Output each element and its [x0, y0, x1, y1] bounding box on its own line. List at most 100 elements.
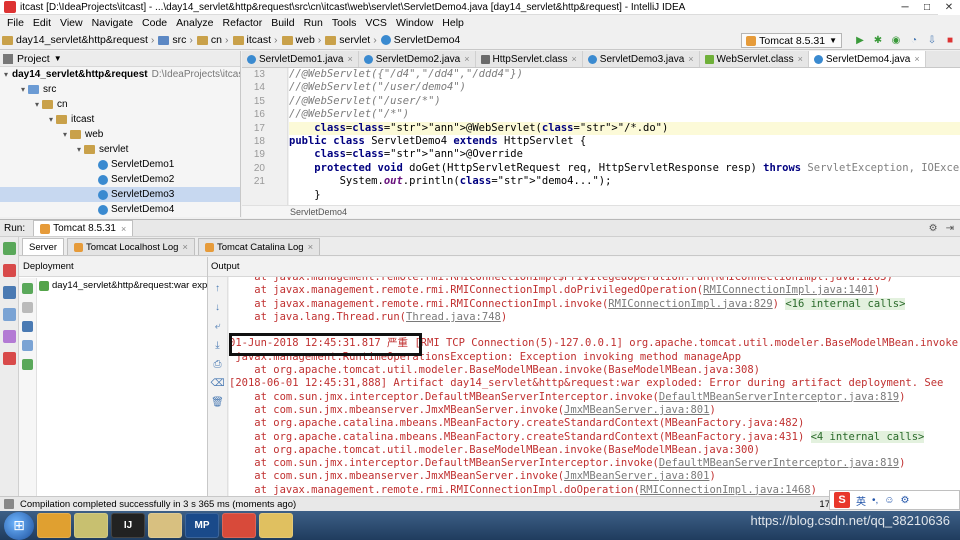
- ime-toolbar[interactable]: S 英 •, ☺ ⚙: [829, 490, 960, 510]
- breadcrumb-servlet[interactable]: servlet ›: [323, 34, 378, 46]
- print-icon[interactable]: ⎙: [212, 359, 223, 370]
- maximize-button[interactable]: □: [916, 0, 938, 15]
- code-line[interactable]: System.out.println(class="str">"demo4...…: [289, 175, 960, 188]
- source-link[interactable]: RMIConnectionImpl.java:1401: [703, 284, 874, 296]
- dump-threads-icon[interactable]: [3, 330, 16, 343]
- tree-item-servletdemo2[interactable]: ServletDemo2: [0, 172, 240, 187]
- console-line[interactable]: at com.sun.jmx.mbeanserver.JmxMBeanServe…: [229, 404, 960, 417]
- tree-item-src[interactable]: ▾ src: [0, 82, 240, 97]
- code-line[interactable]: protected void doGet(HttpServletRequest …: [289, 162, 960, 175]
- close-icon[interactable]: [3, 352, 16, 365]
- tree-item-servletdemo1[interactable]: ServletDemo1: [0, 157, 240, 172]
- minimize-button[interactable]: ─: [894, 0, 916, 15]
- tab-catalina-log[interactable]: Tomcat Catalina Log ×: [197, 238, 321, 255]
- breadcrumb-module[interactable]: day14_servlet&http&request ›: [0, 34, 156, 46]
- menu-analyze[interactable]: Analyze: [172, 17, 218, 29]
- taskbar-app-mp[interactable]: MP: [185, 513, 219, 538]
- console-line[interactable]: at com.sun.jmx.interceptor.DefaultMBeanS…: [229, 391, 960, 404]
- menu-navigate[interactable]: Navigate: [88, 17, 138, 29]
- menu-build[interactable]: Build: [267, 17, 299, 29]
- tree-item-servlet[interactable]: ▾ servlet: [0, 142, 240, 157]
- code-line[interactable]: //@WebServlet("/*"): [289, 108, 960, 121]
- menu-refactor[interactable]: Refactor: [219, 17, 268, 29]
- editor-tab-servletdemo1-java[interactable]: ServletDemo1.java ×: [242, 51, 359, 67]
- console-line[interactable]: at javax.management.remote.rmi.RMIConnec…: [229, 277, 960, 284]
- source-link[interactable]: RMIConnectionImpl.java:829: [608, 298, 772, 310]
- tree-item-web[interactable]: ▾ web: [0, 127, 240, 142]
- editor-tab-servletdemo4-java[interactable]: ServletDemo4.java ×: [808, 51, 926, 67]
- console-line[interactable]: at org.apache.tomcat.util.modeler.BaseMo…: [229, 444, 960, 457]
- undeploy-icon[interactable]: [22, 302, 33, 313]
- editor-tab-servletdemo2-java[interactable]: ServletDemo2.java ×: [359, 51, 476, 67]
- coverage-icon[interactable]: ◉: [890, 34, 902, 46]
- taskbar-app-windows[interactable]: [37, 513, 71, 538]
- breadcrumb-class[interactable]: ServletDemo4: [379, 34, 463, 46]
- close-icon[interactable]: ×: [798, 54, 803, 64]
- code-line[interactable]: //@WebServlet("/user/demo4"): [289, 81, 960, 94]
- profile-icon[interactable]: ◔: [908, 34, 920, 46]
- tree-item-cn[interactable]: ▾ cn: [0, 97, 240, 112]
- console-line[interactable]: at javax.management.remote.rmi.RMIConnec…: [229, 284, 960, 297]
- build-icon[interactable]: ⇩: [926, 34, 938, 46]
- tree-item-servletdemo3[interactable]: ServletDemo3: [0, 187, 240, 202]
- editor-tab-httpservlet-class[interactable]: HttpServlet.class ×: [476, 51, 583, 67]
- taskbar-app-intellij[interactable]: IJ: [111, 513, 145, 538]
- close-icon[interactable]: ×: [347, 54, 352, 64]
- start-button[interactable]: ⊞: [4, 511, 34, 540]
- source-link[interactable]: RMIConnectionImpl.java:1468: [640, 484, 811, 496]
- close-icon[interactable]: ×: [914, 54, 919, 64]
- source-link[interactable]: JmxMBeanServer.java:801: [564, 470, 709, 482]
- clear-icon[interactable]: ⌫: [210, 378, 224, 389]
- menu-tools[interactable]: Tools: [328, 17, 362, 29]
- console-output[interactable]: at javax.management.remote.rmi.RMIConnec…: [229, 277, 960, 496]
- close-icon[interactable]: ×: [688, 54, 693, 64]
- console-line[interactable]: at org.apache.tomcat.util.modeler.BaseMo…: [229, 364, 960, 377]
- source-link[interactable]: DefaultMBeanServerInterceptor.java:819: [659, 457, 899, 469]
- code-line[interactable]: class=class="str">"ann">@WebServlet(clas…: [289, 121, 960, 135]
- refresh-icon[interactable]: [22, 321, 33, 332]
- breadcrumb-cn[interactable]: cn ›: [195, 34, 231, 46]
- update-icon[interactable]: [3, 286, 16, 299]
- artifact-icon[interactable]: [22, 359, 33, 370]
- source-link[interactable]: DefaultMBeanServerInterceptor.java:819: [659, 391, 899, 403]
- console-line[interactable]: at org.apache.catalina.mbeans.MBeanFacto…: [229, 430, 960, 444]
- arrow-up-icon[interactable]: ↑: [212, 283, 223, 294]
- source-link[interactable]: Thread.java:748: [406, 311, 501, 323]
- menu-run[interactable]: Run: [300, 17, 328, 29]
- rerun-icon[interactable]: [3, 242, 16, 255]
- run-configuration-select[interactable]: Tomcat 8.5.31 ▼: [741, 33, 842, 48]
- project-panel-header[interactable]: Project ▼: [0, 51, 240, 67]
- tab-server[interactable]: Server: [22, 238, 64, 255]
- stop-icon[interactable]: ■: [944, 34, 956, 46]
- debug-icon[interactable]: [3, 308, 16, 321]
- deploy-icon[interactable]: [22, 283, 33, 294]
- close-icon[interactable]: ×: [572, 54, 577, 64]
- breadcrumb-itcast[interactable]: itcast ›: [231, 34, 280, 46]
- code-line[interactable]: class=class="str">"ann">@Override: [289, 148, 960, 161]
- menu-help[interactable]: Help: [438, 17, 469, 29]
- settings-icon[interactable]: ⚙: [901, 495, 910, 506]
- code-line[interactable]: //@WebServlet("/user/*"): [289, 95, 960, 108]
- taskbar-app-chrome[interactable]: [222, 513, 256, 538]
- close-icon[interactable]: ×: [182, 242, 188, 253]
- console-line[interactable]: at com.sun.jmx.mbeanserver.JmxMBeanServe…: [229, 470, 960, 483]
- taskbar-app-explorer[interactable]: [148, 513, 182, 538]
- tree-item-day14-servlet-http-request[interactable]: ▾ day14_servlet&http&request D:\IdeaProjec…: [0, 67, 240, 82]
- internal-calls-badge[interactable]: <4 internal calls>: [810, 430, 925, 443]
- breadcrumb-web[interactable]: web ›: [280, 34, 324, 46]
- breadcrumb-src[interactable]: src ›: [156, 34, 195, 46]
- code-line[interactable]: }: [289, 189, 960, 202]
- taskbar-app-tool[interactable]: [259, 513, 293, 538]
- source-link[interactable]: JmxMBeanServer.java:801: [564, 404, 709, 416]
- soft-wrap-icon[interactable]: ⤶: [212, 321, 223, 332]
- hide-panel-icon[interactable]: ⇥: [946, 223, 954, 234]
- emoji-icon[interactable]: ☺: [884, 495, 894, 506]
- editor-tab-servletdemo3-java[interactable]: ServletDemo3.java ×: [583, 51, 700, 67]
- debug-icon[interactable]: ✱: [872, 34, 884, 46]
- console-line[interactable]: at java.lang.Thread.run(Thread.java:748): [229, 311, 960, 324]
- close-button[interactable]: ✕: [938, 0, 960, 15]
- editor-tab-webservlet-class[interactable]: WebServlet.class ×: [700, 51, 809, 67]
- close-icon[interactable]: ×: [464, 54, 469, 64]
- ime-language[interactable]: 英: [856, 493, 866, 508]
- trash-icon[interactable]: 🗑: [211, 397, 224, 408]
